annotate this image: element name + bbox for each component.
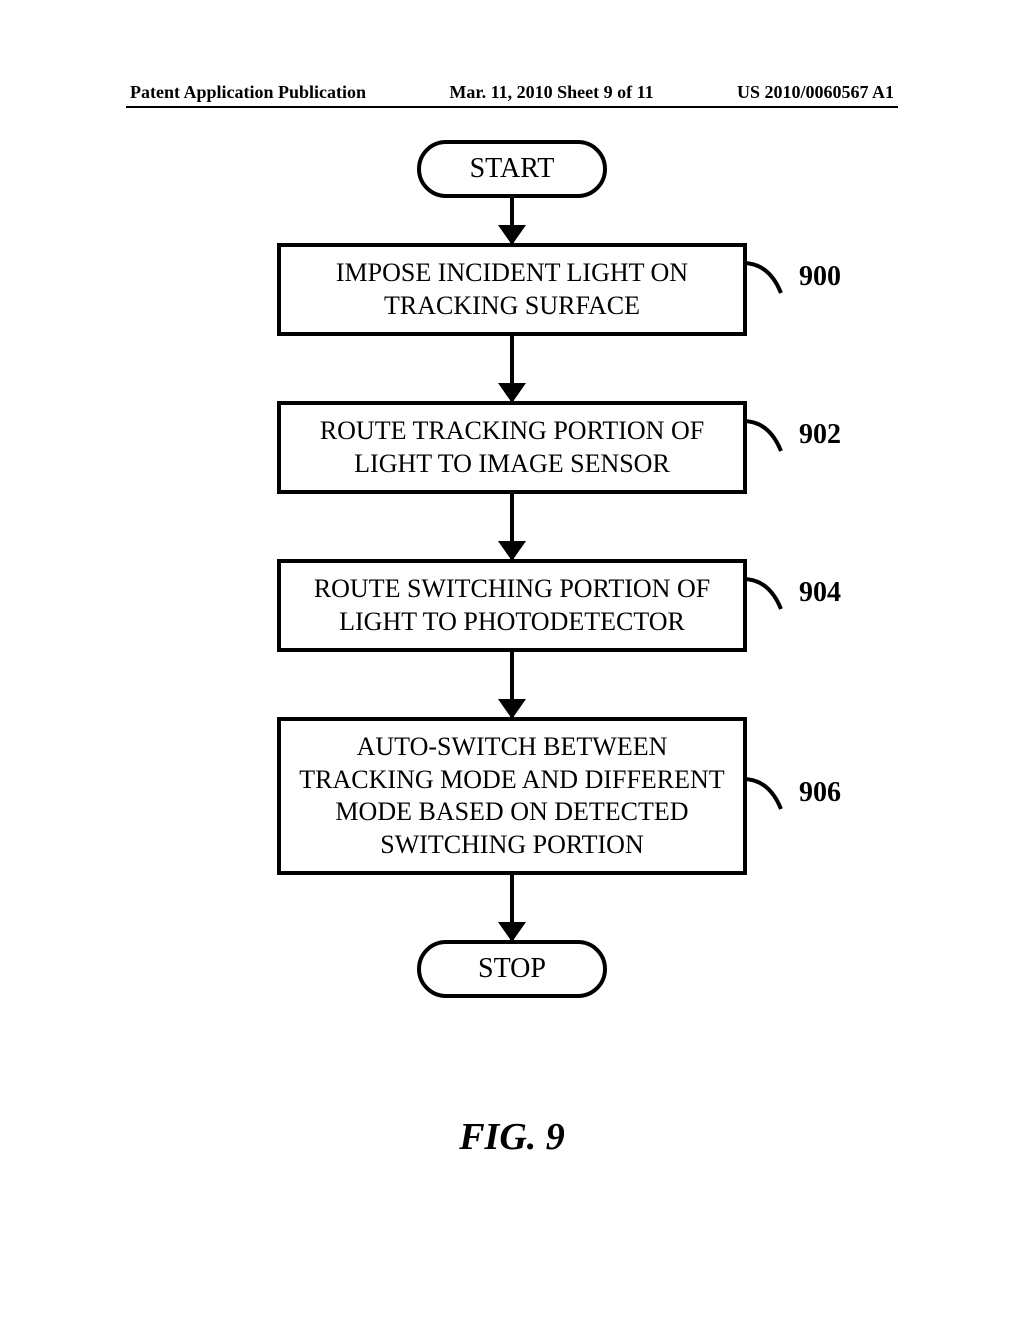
figure-caption: FIG. 9 bbox=[0, 1115, 1024, 1159]
arrow bbox=[0, 875, 1024, 940]
header-date-sheet: Mar. 11, 2010 Sheet 9 of 11 bbox=[449, 82, 653, 103]
flowchart: START IMPOSE INCIDENT LIGHT ON TRACKING … bbox=[0, 140, 1024, 998]
process-label: IMPOSE INCIDENT LIGHT ON TRACKING SURFAC… bbox=[297, 257, 727, 322]
reference-callout: 900 bbox=[743, 255, 841, 313]
reference-number: 900 bbox=[799, 259, 841, 294]
arrow bbox=[0, 652, 1024, 717]
process-step-904: ROUTE SWITCHING PORTION OF LIGHT TO PHOT… bbox=[277, 559, 747, 652]
reference-number: 906 bbox=[799, 775, 841, 810]
figure-caption-text: FIG. 9 bbox=[459, 1116, 565, 1158]
callout-curve-icon bbox=[743, 413, 801, 471]
callout-curve-icon bbox=[743, 771, 801, 829]
arrow bbox=[0, 198, 1024, 243]
page-header: Patent Application Publication Mar. 11, … bbox=[0, 82, 1024, 103]
header-underline bbox=[126, 106, 898, 108]
reference-callout: 902 bbox=[743, 413, 841, 471]
reference-callout: 904 bbox=[743, 571, 841, 629]
process-step-900: IMPOSE INCIDENT LIGHT ON TRACKING SURFAC… bbox=[277, 243, 747, 336]
start-terminator: START bbox=[417, 140, 607, 198]
process-step-906: AUTO-SWITCH BETWEEN TRACKING MODE AND DI… bbox=[277, 717, 747, 875]
arrow bbox=[0, 494, 1024, 559]
header-pub-number: US 2010/0060567 A1 bbox=[737, 82, 894, 103]
callout-curve-icon bbox=[743, 255, 801, 313]
reference-number: 904 bbox=[799, 575, 841, 610]
stop-label: STOP bbox=[478, 953, 546, 985]
start-label: START bbox=[470, 153, 555, 185]
callout-curve-icon bbox=[743, 571, 801, 629]
arrow bbox=[0, 336, 1024, 401]
process-label: ROUTE TRACKING PORTION OF LIGHT TO IMAGE… bbox=[297, 415, 727, 480]
process-step-902: ROUTE TRACKING PORTION OF LIGHT TO IMAGE… bbox=[277, 401, 747, 494]
stop-terminator: STOP bbox=[417, 940, 607, 998]
reference-number: 902 bbox=[799, 417, 841, 452]
reference-callout: 906 bbox=[743, 771, 841, 829]
process-label: ROUTE SWITCHING PORTION OF LIGHT TO PHOT… bbox=[297, 573, 727, 638]
process-label: AUTO-SWITCH BETWEEN TRACKING MODE AND DI… bbox=[297, 731, 727, 861]
header-publication: Patent Application Publication bbox=[130, 82, 366, 103]
